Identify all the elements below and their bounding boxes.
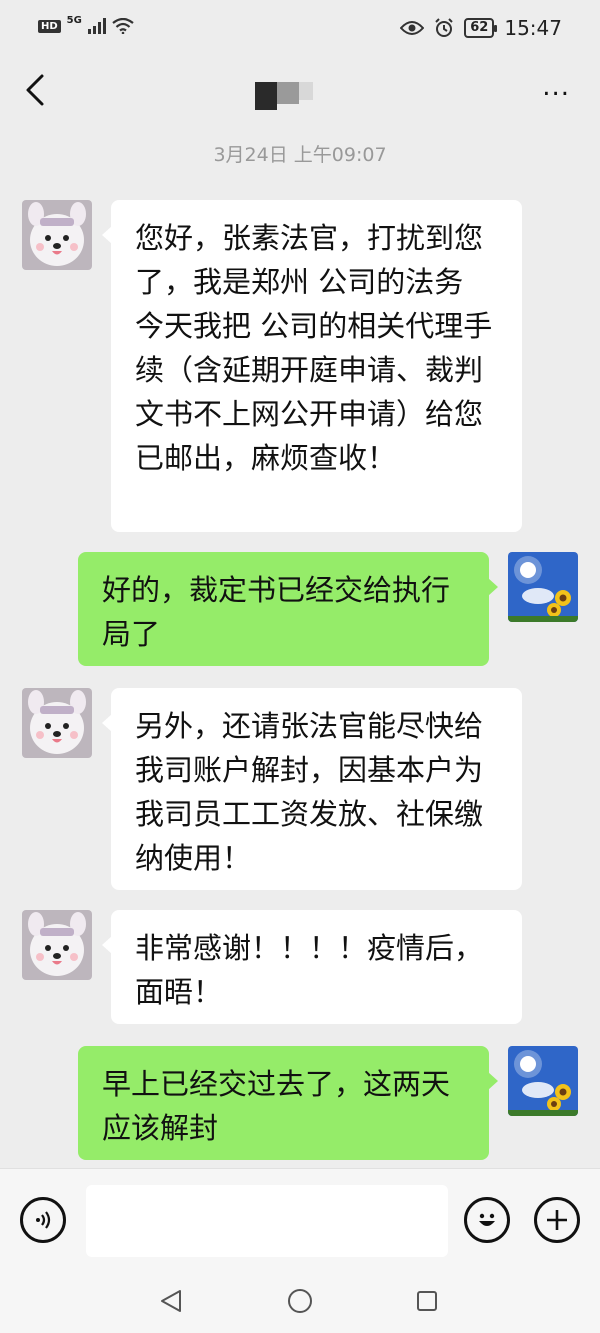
emoji-icon	[479, 1213, 495, 1226]
status-time: 15:47	[504, 16, 562, 40]
emoji-button[interactable]	[464, 1197, 510, 1243]
network-label: 5G	[66, 14, 82, 26]
back-triangle-icon[interactable]	[158, 1288, 184, 1314]
system-navigation-bar	[0, 1268, 600, 1333]
voice-button[interactable]	[20, 1197, 66, 1243]
avatar-self[interactable]	[508, 1046, 578, 1116]
avatar-self[interactable]	[508, 552, 578, 622]
avatar-contact[interactable]	[22, 200, 92, 270]
message-bubble[interactable]: 好的，裁定书已经交给执行局了	[78, 552, 498, 666]
battery-indicator: 62	[464, 18, 498, 38]
chat-input-bar	[0, 1168, 600, 1269]
message-bubble[interactable]: 您好，张素法官，打扰到您了，我是郑州 公司的法务 今天我把 公司的相关代理手续（…	[102, 200, 522, 532]
recents-square-icon[interactable]	[415, 1289, 439, 1313]
dog-avatar-icon	[22, 688, 92, 758]
dog-avatar-icon	[22, 200, 92, 270]
sky-sunflower-avatar-icon	[508, 1046, 578, 1116]
message-timestamp: 3月24日 上午09:07	[213, 144, 387, 166]
status-bar: HD 5G 62 15:47	[0, 0, 600, 58]
more-options-button[interactable]: ...	[542, 74, 570, 100]
message-bubble[interactable]: 非常感谢！！！！疫情后，面晤！	[102, 910, 522, 1024]
chevron-left-icon	[26, 74, 44, 106]
message-bubble[interactable]: 另外，还请张法官能尽快给我司账户解封，因基本户为我司员工工资发放、社保缴纳使用！	[102, 688, 522, 890]
back-button[interactable]	[18, 68, 54, 112]
voice-icon	[36, 1211, 51, 1229]
message-input[interactable]	[86, 1185, 448, 1257]
signal-icon	[87, 18, 106, 34]
wifi-icon	[112, 18, 134, 34]
chat-header: ...	[0, 58, 600, 122]
sky-sunflower-avatar-icon	[508, 552, 578, 622]
message-bubble[interactable]: 早上已经交过去了，这两天应该解封	[78, 1046, 498, 1160]
hd-badge: HD	[38, 19, 61, 33]
avatar-contact[interactable]	[22, 910, 92, 980]
plus-icon	[547, 1210, 567, 1230]
chat-title-redacted	[255, 82, 313, 110]
avatar-contact[interactable]	[22, 688, 92, 758]
eye-icon	[400, 21, 425, 35]
dog-avatar-icon	[22, 910, 92, 980]
plus-button[interactable]	[534, 1197, 580, 1243]
home-circle-icon[interactable]	[286, 1287, 314, 1315]
alarm-icon	[435, 18, 453, 37]
